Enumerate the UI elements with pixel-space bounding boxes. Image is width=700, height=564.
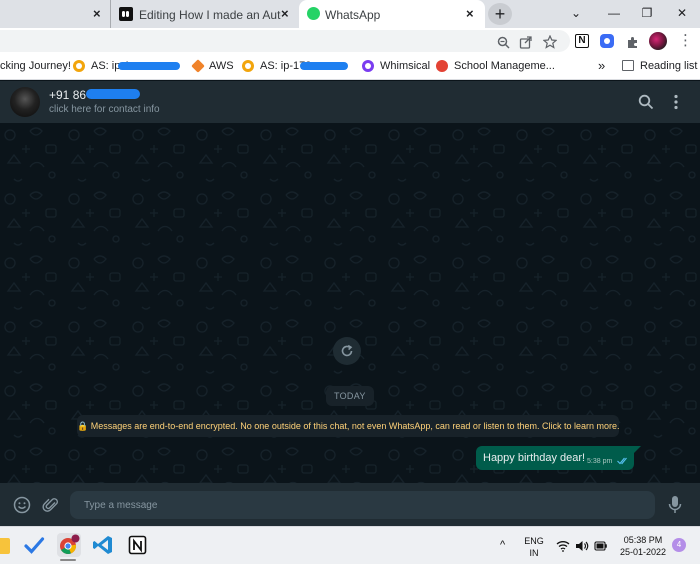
message-time: 5:38 pm (587, 458, 613, 465)
tab-close-icon[interactable]: × (93, 6, 101, 21)
chrome-icon (60, 534, 80, 554)
address-bar[interactable] (0, 30, 570, 52)
school-favicon-icon (436, 60, 448, 72)
bookmark-item[interactable]: AWS (209, 60, 234, 72)
chat-menu-icon[interactable] (673, 94, 679, 110)
extensions-puzzle-icon[interactable] (623, 33, 641, 51)
bookmark-item[interactable]: Whimsical (380, 60, 430, 72)
browser-tab-strip: × Editing How I made an Automati × Whats… (0, 0, 700, 30)
message-text: Happy birthday dear! (483, 452, 586, 464)
tray-overflow-chevron-icon[interactable]: ^ (500, 539, 505, 551)
tab-title: Editing How I made an Automati (139, 8, 281, 22)
zoom-icon[interactable] (494, 33, 512, 51)
bookmark-favicon-icon (242, 60, 254, 72)
share-icon[interactable] (516, 33, 534, 51)
new-tab-button[interactable]: + (488, 3, 512, 25)
refresh-icon (341, 344, 353, 357)
clock-time: 05:38 PM (623, 535, 663, 545)
reading-list-button[interactable]: Reading list (640, 60, 697, 72)
whatsapp-favicon-icon (307, 7, 320, 20)
attach-icon[interactable] (42, 496, 60, 514)
browser-menu-icon[interactable]: ⋮ (678, 33, 693, 49)
redaction-scribble (300, 62, 348, 70)
microphone-icon[interactable] (668, 495, 682, 515)
emoji-icon[interactable] (13, 496, 31, 514)
bookmark-item[interactable]: cking Journey! (0, 60, 71, 72)
tab-search-chevron-icon[interactable]: ⌄ (566, 4, 586, 22)
redaction-scribble (118, 62, 180, 70)
chat-header[interactable] (0, 81, 700, 123)
browser-tab-whatsapp[interactable]: WhatsApp × (299, 0, 485, 30)
extension-icon[interactable] (600, 34, 614, 48)
bookmark-item[interactable]: School Manageme... (454, 60, 555, 72)
search-icon[interactable] (638, 94, 654, 110)
contact-name[interactable]: +91 86 (49, 88, 86, 102)
browser-tab[interactable]: × (0, 0, 108, 28)
profile-avatar[interactable] (649, 32, 667, 50)
notion-app-icon[interactable] (127, 534, 149, 556)
wifi-icon[interactable] (556, 540, 570, 552)
bookmarks-overflow-icon[interactable]: » (598, 58, 605, 73)
encryption-notice[interactable]: 🔒 Messages are end-to-end encrypted. No … (77, 415, 620, 437)
load-earlier-messages-button[interactable] (333, 337, 361, 365)
chrome-taskbar-button[interactable] (57, 533, 81, 557)
vscode-icon[interactable] (92, 534, 114, 556)
read-receipt-ticks-icon (617, 457, 627, 465)
file-explorer-icon[interactable] (0, 538, 10, 554)
whimsical-favicon-icon (362, 60, 374, 72)
todo-app-icon[interactable] (23, 534, 45, 556)
language-code: ENG (524, 536, 544, 546)
bookmark-star-icon[interactable] (541, 33, 559, 51)
browser-tab-medium[interactable]: Editing How I made an Automati × (110, 0, 298, 28)
system-clock[interactable]: 05:38 PM 25-01-2022 (616, 534, 670, 558)
notion-extension-icon[interactable]: N (575, 34, 589, 48)
bookmark-favicon-icon (73, 60, 85, 72)
tab-title: WhatsApp (325, 8, 381, 22)
input-language-indicator[interactable]: ENG IN (522, 535, 546, 559)
date-chip: TODAY (326, 386, 374, 406)
contact-avatar[interactable] (10, 87, 40, 117)
battery-icon[interactable] (594, 541, 608, 551)
medium-favicon-icon (119, 7, 133, 21)
restore-button[interactable]: ❐ (637, 4, 657, 22)
region-code: IN (529, 548, 539, 558)
tab-close-icon[interactable]: × (466, 6, 474, 21)
outgoing-message-bubble[interactable]: Happy birthday dear! 5:38 pm (476, 446, 641, 470)
reading-list-icon (622, 60, 634, 71)
notification-badge[interactable]: 4 (672, 538, 686, 552)
active-app-indicator (60, 559, 76, 561)
message-input[interactable] (70, 491, 655, 519)
window-close-button[interactable]: ✕ (672, 4, 692, 22)
tab-close-icon[interactable]: × (281, 6, 289, 21)
minimize-button[interactable]: — (604, 4, 624, 22)
redaction-scribble (86, 89, 140, 99)
contact-info-hint[interactable]: click here for contact info (49, 104, 160, 115)
clock-date: 25-01-2022 (619, 547, 667, 557)
volume-icon[interactable] (575, 540, 589, 552)
